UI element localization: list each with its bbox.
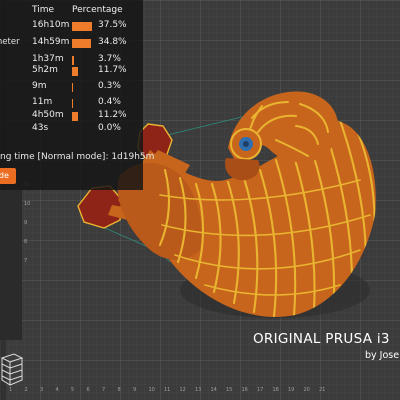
- left-side-bar: [0, 190, 22, 340]
- x-tick-label: 18: [273, 387, 279, 393]
- x-tick-label: 21: [319, 387, 325, 393]
- feature-bar: [72, 83, 73, 92]
- x-axis-ticks: 1 2 3 4 5 6 7 8 9 10 11 12 13 14 15 16 17 18 19 20 21: [9, 387, 325, 393]
- x-tick-label: 14: [211, 387, 217, 393]
- feature-row: 4h50m 11.2%: [0, 110, 143, 124]
- feature-bar: [72, 112, 78, 121]
- feature-percentage: 34.8%: [98, 37, 127, 47]
- feature-label: ll: [0, 81, 28, 91]
- y-tick-label: 8: [24, 239, 27, 245]
- estimated-print-time: ng time [Normal mode]: 1d19h5m: [0, 152, 155, 162]
- author-caption: by Jose: [365, 350, 400, 361]
- feature-row: ll 9m 0.3%: [0, 81, 143, 95]
- printer-model-caption: ORIGINAL PRUSA i3: [253, 331, 390, 347]
- feature-bar: [72, 39, 91, 48]
- x-tick-label: 3: [40, 387, 43, 393]
- feature-percentage: 0.0%: [98, 123, 121, 133]
- feature-percentage: 37.5%: [98, 20, 127, 30]
- x-tick-label: 4: [56, 387, 59, 393]
- x-tick-label: 19: [288, 387, 294, 393]
- feature-row: 11m 0.4%: [0, 97, 143, 111]
- x-tick-label: 6: [87, 387, 90, 393]
- feature-percentage: 3.7%: [98, 54, 121, 64]
- feature-bar: [72, 22, 92, 31]
- feature-time: 5h2m: [32, 65, 58, 75]
- x-tick-label: 8: [118, 387, 121, 393]
- x-tick-label: 11: [164, 387, 170, 393]
- feature-row: 43s 0.0%: [0, 123, 143, 137]
- mode-switch-button[interactable]: ode: [0, 168, 16, 184]
- feature-row: 5h2m 11.7%: [0, 65, 143, 79]
- feature-time: 43s: [32, 123, 49, 133]
- feature-bar: [72, 99, 73, 108]
- feature-percentage: 11.2%: [98, 110, 127, 120]
- view-cube-icon[interactable]: [0, 352, 24, 388]
- x-tick-label: 9: [133, 387, 136, 393]
- x-tick-label: 20: [304, 387, 310, 393]
- feature-time: 14h59m: [32, 37, 70, 47]
- time-column-header: Time: [32, 5, 55, 15]
- y-tick-label: 10: [24, 201, 30, 207]
- feature-time: 9m: [32, 81, 47, 91]
- x-tick-label: 5: [71, 387, 74, 393]
- feature-time: 4h50m: [32, 110, 64, 120]
- feature-time: 16h10m: [32, 20, 70, 30]
- feature-time: 11m: [32, 97, 53, 107]
- feature-label: meter: [0, 37, 20, 47]
- x-tick-label: 12: [180, 387, 186, 393]
- feature-percentage: 11.7%: [98, 65, 127, 75]
- x-tick-label: 16: [242, 387, 248, 393]
- x-tick-label: 7: [102, 387, 105, 393]
- sliced-info-panel: Time Percentage 16h10m 37.5% meter 14h59…: [0, 0, 154, 190]
- percentage-column-header: Percentage: [72, 5, 123, 15]
- feature-row: meter 14h59m 34.8%: [0, 37, 143, 51]
- x-tick-label: 15: [226, 387, 232, 393]
- feature-row: 16h10m 37.5%: [0, 20, 143, 34]
- x-tick-label: 13: [195, 387, 201, 393]
- feature-time: 1h37m: [32, 54, 64, 64]
- y-tick-label: 9: [24, 220, 27, 226]
- feature-percentage: 0.4%: [98, 97, 121, 107]
- feature-bar: [72, 67, 78, 76]
- x-tick-label: 10: [149, 387, 155, 393]
- x-tick-label: 17: [257, 387, 263, 393]
- feature-bar: [72, 56, 74, 65]
- x-tick-label: 2: [25, 387, 28, 393]
- feature-percentage: 0.3%: [98, 81, 121, 91]
- y-tick-label: 7: [24, 258, 27, 264]
